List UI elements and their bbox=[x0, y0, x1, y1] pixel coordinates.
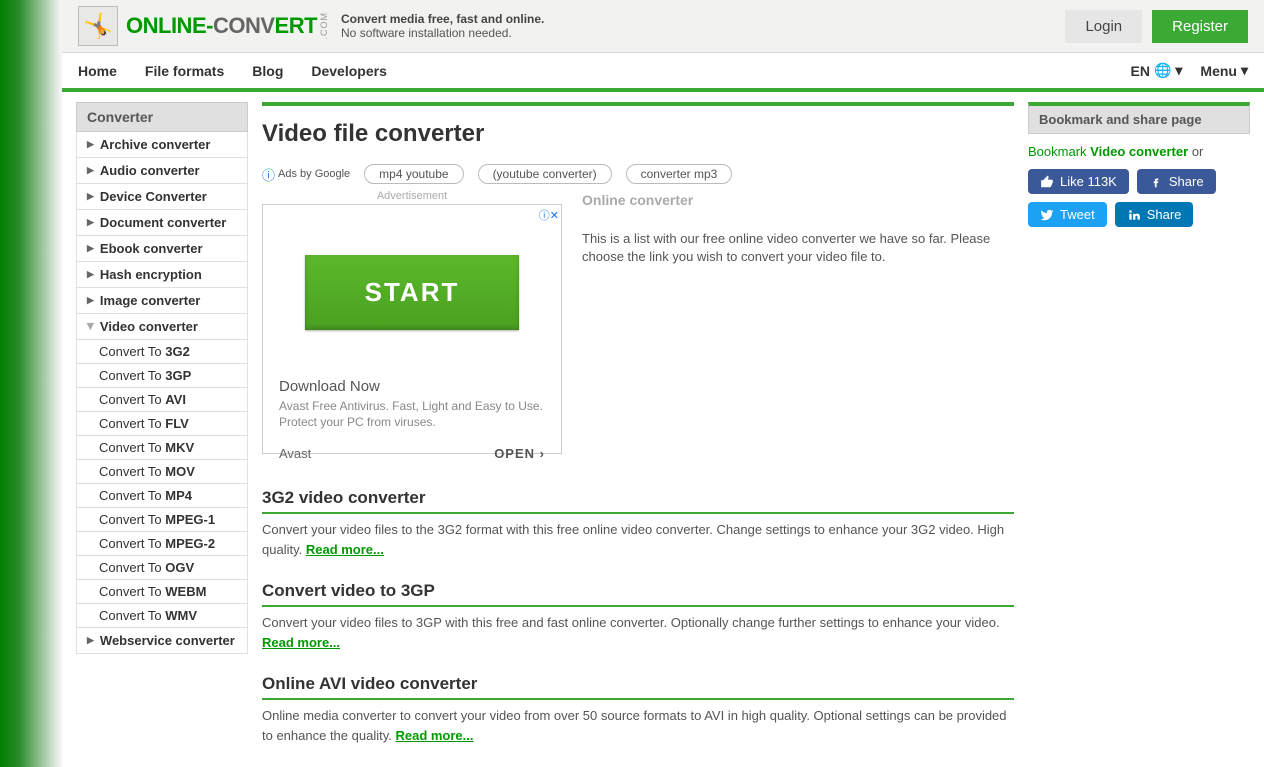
converter-text: Online media converter to convert your v… bbox=[262, 706, 1014, 745]
nav-developers[interactable]: Developers bbox=[311, 63, 386, 79]
ad-label: Advertisement bbox=[262, 190, 562, 202]
ad-pill-mp3[interactable]: converter mp3 bbox=[626, 164, 733, 184]
read-more-link[interactable]: Read more... bbox=[262, 635, 340, 650]
converter-text: Convert your video files to 3GP with thi… bbox=[262, 613, 1014, 652]
sidebar: Converter ▶Archive converter ▶Audio conv… bbox=[76, 102, 248, 767]
logo-text[interactable]: ONLINE-CONVERT bbox=[126, 13, 317, 39]
intro-heading: Online converter bbox=[582, 192, 1014, 208]
chevron-down-icon: ▾ bbox=[1175, 62, 1182, 79]
menu-dropdown[interactable]: Menu ▾ bbox=[1200, 62, 1248, 79]
sidebar-header: Converter bbox=[76, 102, 248, 132]
sidebar-item-audio[interactable]: ▶Audio converter bbox=[76, 158, 248, 184]
arrow-icon: ▶ bbox=[87, 269, 94, 280]
logo-suffix: .COM bbox=[319, 12, 329, 40]
sidebar-sub-flv[interactable]: Convert To FLV bbox=[76, 412, 248, 436]
sidebar-sub-mov[interactable]: Convert To MOV bbox=[76, 460, 248, 484]
arrow-icon: ▶ bbox=[87, 635, 94, 646]
sidebar-item-archive[interactable]: ▶Archive converter bbox=[76, 132, 248, 158]
logo-icon[interactable]: 🤸 bbox=[78, 6, 118, 46]
ad-pill-youtube[interactable]: (youtube converter) bbox=[478, 164, 612, 184]
sidebar-item-document[interactable]: ▶Document converter bbox=[76, 210, 248, 236]
language-selector[interactable]: EN 🌐▾ bbox=[1130, 62, 1182, 79]
facebook-share-button[interactable]: Share bbox=[1137, 169, 1216, 194]
login-button[interactable]: Login bbox=[1065, 10, 1142, 43]
main-nav: Home File formats Blog Developers EN 🌐▾ … bbox=[62, 52, 1264, 92]
page-title: Video file converter bbox=[262, 120, 1014, 148]
sidebar-item-image[interactable]: ▶Image converter bbox=[76, 288, 248, 314]
arrow-icon: ▶ bbox=[87, 191, 94, 202]
read-more-link[interactable]: Read more... bbox=[395, 728, 473, 743]
sidebar-sub-3g2[interactable]: Convert To 3G2 bbox=[76, 340, 248, 364]
twitter-icon bbox=[1040, 208, 1054, 222]
sidebar-sub-wmv[interactable]: Convert To WMV bbox=[76, 604, 248, 628]
read-more-link[interactable]: Read more... bbox=[306, 542, 384, 557]
sidebar-sub-mpeg1[interactable]: Convert To MPEG-1 bbox=[76, 508, 248, 532]
main-content: Video file converter ⓘAds by Google mp4 … bbox=[262, 102, 1014, 767]
converter-heading[interactable]: Online AVI video converter bbox=[262, 674, 1014, 700]
ad-pill-mp4[interactable]: mp4 youtube bbox=[364, 164, 463, 184]
info-icon: ⓘ bbox=[262, 165, 275, 184]
sidebar-item-webservice[interactable]: ▶Webservice converter bbox=[76, 628, 248, 654]
sidebar-item-hash[interactable]: ▶Hash encryption bbox=[76, 262, 248, 288]
nav-home[interactable]: Home bbox=[78, 63, 117, 79]
arrow-icon: ▶ bbox=[87, 165, 94, 176]
nav-blog[interactable]: Blog bbox=[252, 63, 283, 79]
converter-avi: Online AVI video converter Online media … bbox=[262, 674, 1014, 745]
arrow-icon: ▶ bbox=[87, 217, 94, 228]
converter-heading[interactable]: Convert video to 3GP bbox=[262, 581, 1014, 607]
converter-3gp: Convert video to 3GP Convert your video … bbox=[262, 581, 1014, 652]
globe-icon: 🌐 bbox=[1154, 62, 1171, 79]
site-header: 🤸 ONLINE-CONVERT .COM Convert media free… bbox=[62, 0, 1264, 52]
ad-box[interactable]: ⓘ✕ START Download Now Avast Free Antivir… bbox=[262, 204, 562, 454]
sidebar-sub-webm[interactable]: Convert To WEBM bbox=[76, 580, 248, 604]
converter-heading[interactable]: 3G2 video converter bbox=[262, 488, 1014, 514]
bookmark-link[interactable]: Video converter bbox=[1090, 144, 1188, 159]
facebook-like-button[interactable]: Like 113K bbox=[1028, 169, 1129, 194]
ads-by-google[interactable]: ⓘAds by Google bbox=[262, 165, 350, 184]
ad-brand: Avast bbox=[279, 446, 311, 461]
sidebar-sub-mpeg2[interactable]: Convert To MPEG-2 bbox=[76, 532, 248, 556]
arrow-icon: ▶ bbox=[87, 295, 94, 306]
sidebar-sub-avi[interactable]: Convert To AVI bbox=[76, 388, 248, 412]
intro-text: This is a list with our free online vide… bbox=[582, 230, 1014, 266]
ad-links-row: ⓘAds by Google mp4 youtube (youtube conv… bbox=[262, 164, 1014, 184]
chevron-down-icon: ▾ bbox=[1241, 62, 1248, 79]
linkedin-icon bbox=[1127, 208, 1141, 222]
twitter-tweet-button[interactable]: Tweet bbox=[1028, 202, 1107, 227]
sidebar-sub-3gp[interactable]: Convert To 3GP bbox=[76, 364, 248, 388]
arrow-icon: ▶ bbox=[87, 139, 94, 150]
sidebar-sub-ogv[interactable]: Convert To OGV bbox=[76, 556, 248, 580]
right-sidebar: Bookmark and share page Bookmark Video c… bbox=[1028, 102, 1250, 767]
converter-3g2: 3G2 video converter Convert your video f… bbox=[262, 488, 1014, 559]
ad-download-now: Download Now bbox=[279, 378, 545, 395]
register-button[interactable]: Register bbox=[1152, 10, 1248, 43]
ad-close-icon[interactable]: ⓘ✕ bbox=[539, 207, 559, 223]
sidebar-sub-mp4[interactable]: Convert To MP4 bbox=[76, 484, 248, 508]
sidebar-item-ebook[interactable]: ▶Ebook converter bbox=[76, 236, 248, 262]
arrow-icon: ▶ bbox=[87, 243, 94, 254]
sidebar-sub-mkv[interactable]: Convert To MKV bbox=[76, 436, 248, 460]
facebook-icon bbox=[1149, 175, 1163, 189]
bookmark-text: Bookmark Video converter or bbox=[1028, 144, 1250, 159]
sidebar-item-device[interactable]: ▶Device Converter bbox=[76, 184, 248, 210]
thumbs-up-icon bbox=[1040, 175, 1054, 189]
accent-bar bbox=[262, 102, 1014, 106]
ad-start-button[interactable]: START bbox=[305, 255, 520, 330]
sidebar-item-video[interactable]: ▶Video converter bbox=[76, 314, 248, 340]
nav-file-formats[interactable]: File formats bbox=[145, 63, 224, 79]
ad-description: Avast Free Antivirus. Fast, Light and Ea… bbox=[279, 399, 545, 430]
bookmark-header: Bookmark and share page bbox=[1028, 102, 1250, 134]
chevron-right-icon: › bbox=[540, 446, 545, 461]
ad-open-button[interactable]: OPEN › bbox=[494, 446, 545, 461]
converter-text: Convert your video files to the 3G2 form… bbox=[262, 520, 1014, 559]
linkedin-share-button[interactable]: Share bbox=[1115, 202, 1194, 227]
arrow-down-icon: ▶ bbox=[85, 323, 96, 330]
tagline: Convert media free, fast and online. No … bbox=[341, 12, 544, 40]
